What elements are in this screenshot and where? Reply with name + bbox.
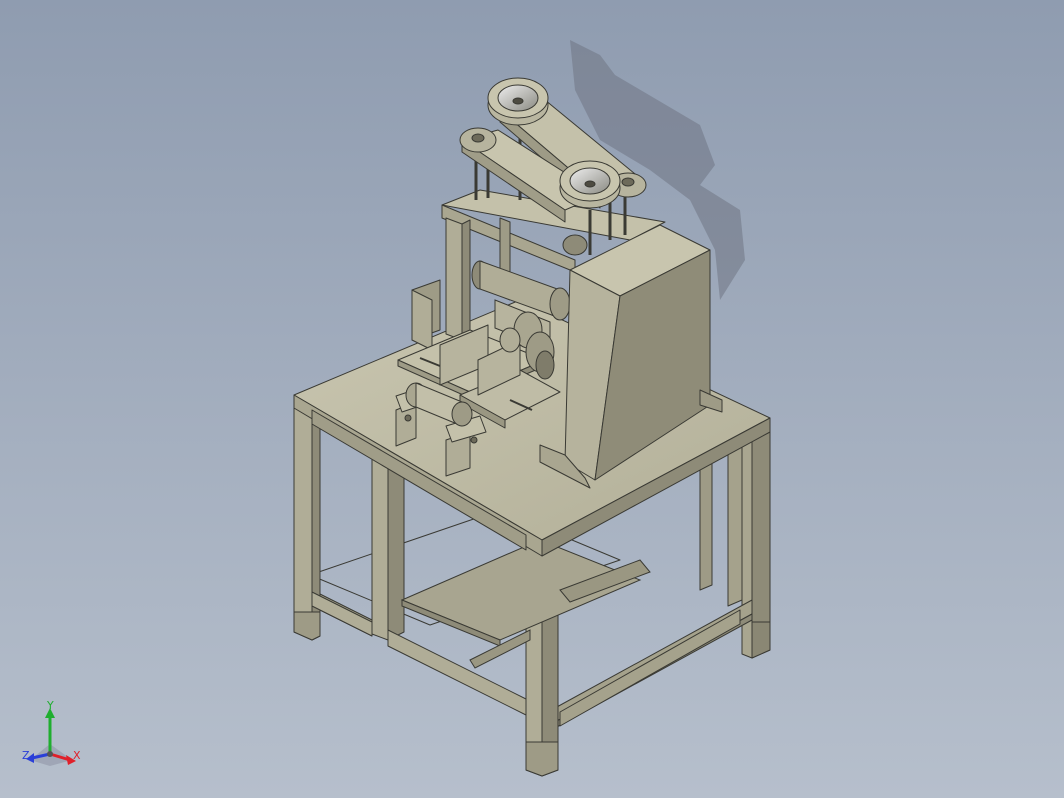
triad-z-label: Z xyxy=(22,749,30,762)
graphics-viewport[interactable]: Y X Z xyxy=(0,0,1064,798)
machine-3d-model[interactable] xyxy=(0,0,1064,798)
triad-y-label: Y xyxy=(47,699,54,712)
coordinate-triad[interactable]: Y X Z xyxy=(20,699,84,774)
conical-pulley-front[interactable] xyxy=(559,160,621,209)
triad-axes xyxy=(26,708,76,766)
triad-x-label: X xyxy=(73,749,81,762)
conical-pulley-rear[interactable] xyxy=(487,77,549,126)
